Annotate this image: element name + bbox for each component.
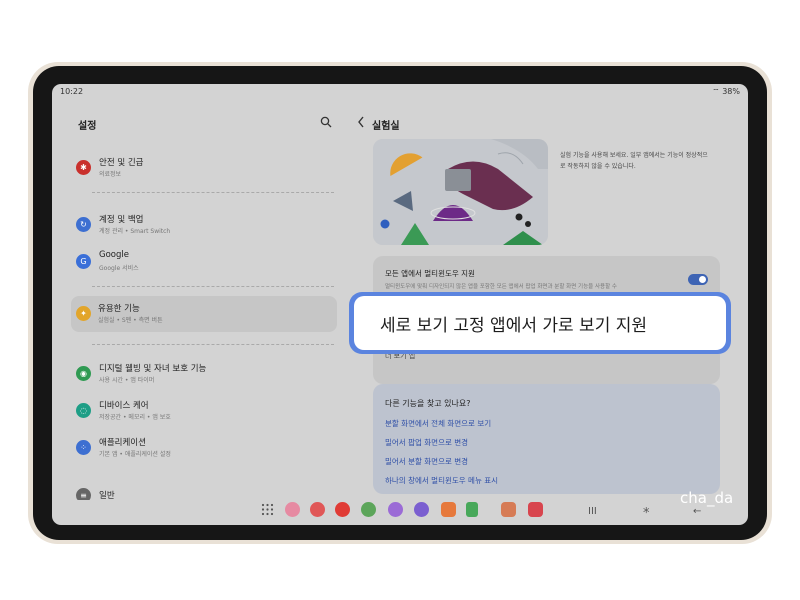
- photo-app-icon[interactable]: [501, 502, 516, 517]
- settings-item-subtitle: 의료정보: [99, 171, 122, 178]
- red-app-icon[interactable]: [310, 502, 325, 517]
- google-icon: G: [76, 254, 91, 269]
- search-icon[interactable]: [320, 116, 332, 128]
- settings-item-subtitle: 저장공간 • 메모리 • 앱 보호: [99, 414, 171, 421]
- status-icons: ⌔ 38%: [712, 87, 740, 97]
- home-button[interactable]: *: [643, 506, 650, 521]
- violet-app-icon[interactable]: [414, 502, 429, 517]
- settings-item-title: 계정 및 백업: [99, 215, 144, 225]
- divider: [92, 344, 334, 345]
- purple-app-icon[interactable]: [388, 502, 403, 517]
- link-split-to-full[interactable]: 분할 화면에서 전체 화면으로 보기: [385, 418, 491, 429]
- green-app-icon[interactable]: [466, 502, 478, 517]
- settings-item-apps[interactable]: ⁘ 애플리케이션 기본 앱 • 애플리케이션 설정: [72, 430, 336, 466]
- settings-item-advanced[interactable]: ✦ 유용한 기능 실험실 • S펜 • 측면 버튼: [71, 296, 337, 332]
- app-grid-icon[interactable]: [260, 502, 275, 517]
- divider: [92, 286, 334, 287]
- multiwindow-description: 멀티윈도우에 맞춰 디자인되지 않은 앱을 포함한 모든 앱에서 팝업 화면과 …: [385, 284, 617, 290]
- wellbeing-icon: ◉: [76, 366, 91, 381]
- lab-illustration: [373, 139, 548, 245]
- chrome-icon[interactable]: [361, 502, 376, 517]
- status-bar: 10:22 ⌔ 38%: [52, 84, 748, 100]
- settings-item-title: 디지털 웰빙 및 자녀 보호 기능: [99, 364, 207, 374]
- wifi-icon: ⌔: [712, 87, 720, 96]
- settings-item-accounts[interactable]: ↻ 계정 및 백업 계정 관리 • Smart Switch: [72, 207, 336, 243]
- multiwindow-title[interactable]: 모든 앱에서 멀티윈도우 지원: [385, 268, 475, 279]
- safety-icon: ✱: [76, 160, 91, 175]
- settings-item-subtitle: 계정 관리 • Smart Switch: [99, 228, 171, 235]
- settings-item-title: 안전 및 긴급: [99, 158, 144, 168]
- settings-item-title: 애플리케이션: [99, 438, 146, 448]
- recent-apps-button[interactable]: III: [588, 506, 597, 517]
- link-swipe-popup[interactable]: 밀어서 팝업 화면으로 변경: [385, 437, 468, 448]
- settings-pane: 설정 ✱ 안전 및 긴급 의료정보 ↻ 계정 및 백업 계정 관리 • Smar…: [52, 100, 352, 525]
- settings-item-safety[interactable]: ✱ 안전 및 긴급 의료정보: [72, 150, 336, 186]
- pink-app-icon[interactable]: [285, 502, 300, 517]
- orange-app-icon[interactable]: [441, 502, 456, 517]
- settings-item-subtitle: 사용 시간 • 앱 타이머: [99, 377, 155, 384]
- battery-level: 38%: [722, 87, 740, 96]
- settings-title: 설정: [78, 121, 97, 132]
- settings-item-subtitle: 실험실 • S펜 • 측면 버튼: [98, 317, 163, 324]
- apps-icon: ⁘: [76, 440, 91, 455]
- link-swipe-split[interactable]: 밀어서 분할 화면으로 변경: [385, 456, 468, 467]
- toggle-knob: [699, 276, 706, 283]
- sync-icon: ↻: [76, 217, 91, 232]
- settings-item-title: 디바이스 케어: [99, 401, 149, 411]
- lab-description: 실험 기능을 사용해 보세요. 일부 앱에서는 기능이 정상적으로 작동하지 않…: [560, 152, 708, 170]
- gallery-app-icon[interactable]: [528, 502, 543, 517]
- settings-item-subtitle: 기본 앱 • 애플리케이션 설정: [99, 451, 171, 458]
- settings-item-google[interactable]: G Google Google 서비스: [72, 244, 336, 280]
- settings-item-wellbeing[interactable]: ◉ 디지털 웰빙 및 자녀 보호 기능 사용 시간 • 앱 타이머: [72, 356, 336, 392]
- youtube-icon[interactable]: [335, 502, 350, 517]
- device-care-icon: ◌: [76, 403, 91, 418]
- watermark: cha_da: [680, 489, 734, 507]
- divider: [92, 192, 334, 193]
- more-features-card: 다른 기능을 찾고 있나요? 분할 화면에서 전체 화면으로 보기 밀어서 팝업…: [373, 384, 720, 494]
- more-features-question: 다른 기능을 찾고 있나요?: [385, 399, 471, 408]
- settings-item-title: 유용한 기능: [98, 304, 140, 314]
- multiwindow-toggle[interactable]: [688, 274, 708, 285]
- back-arrow-icon[interactable]: [356, 115, 366, 129]
- star-icon: ✦: [76, 306, 91, 321]
- settings-item-device-care[interactable]: ◌ 디바이스 케어 저장공간 • 메모리 • 앱 보호: [72, 393, 336, 429]
- taskbar: III * ←: [52, 494, 748, 525]
- settings-item-subtitle: Google 서비스: [99, 265, 139, 272]
- page-title: 실험실: [372, 121, 400, 132]
- link-multiwindow-menu[interactable]: 하나의 창에서 멀티윈도우 메뉴 표시: [385, 475, 498, 486]
- callout-text: 세로 보기 고정 앱에서 가로 보기 지원: [380, 316, 648, 336]
- settings-item-title: Google: [99, 250, 129, 260]
- clock: 10:22: [60, 87, 84, 96]
- back-button[interactable]: ←: [693, 506, 701, 517]
